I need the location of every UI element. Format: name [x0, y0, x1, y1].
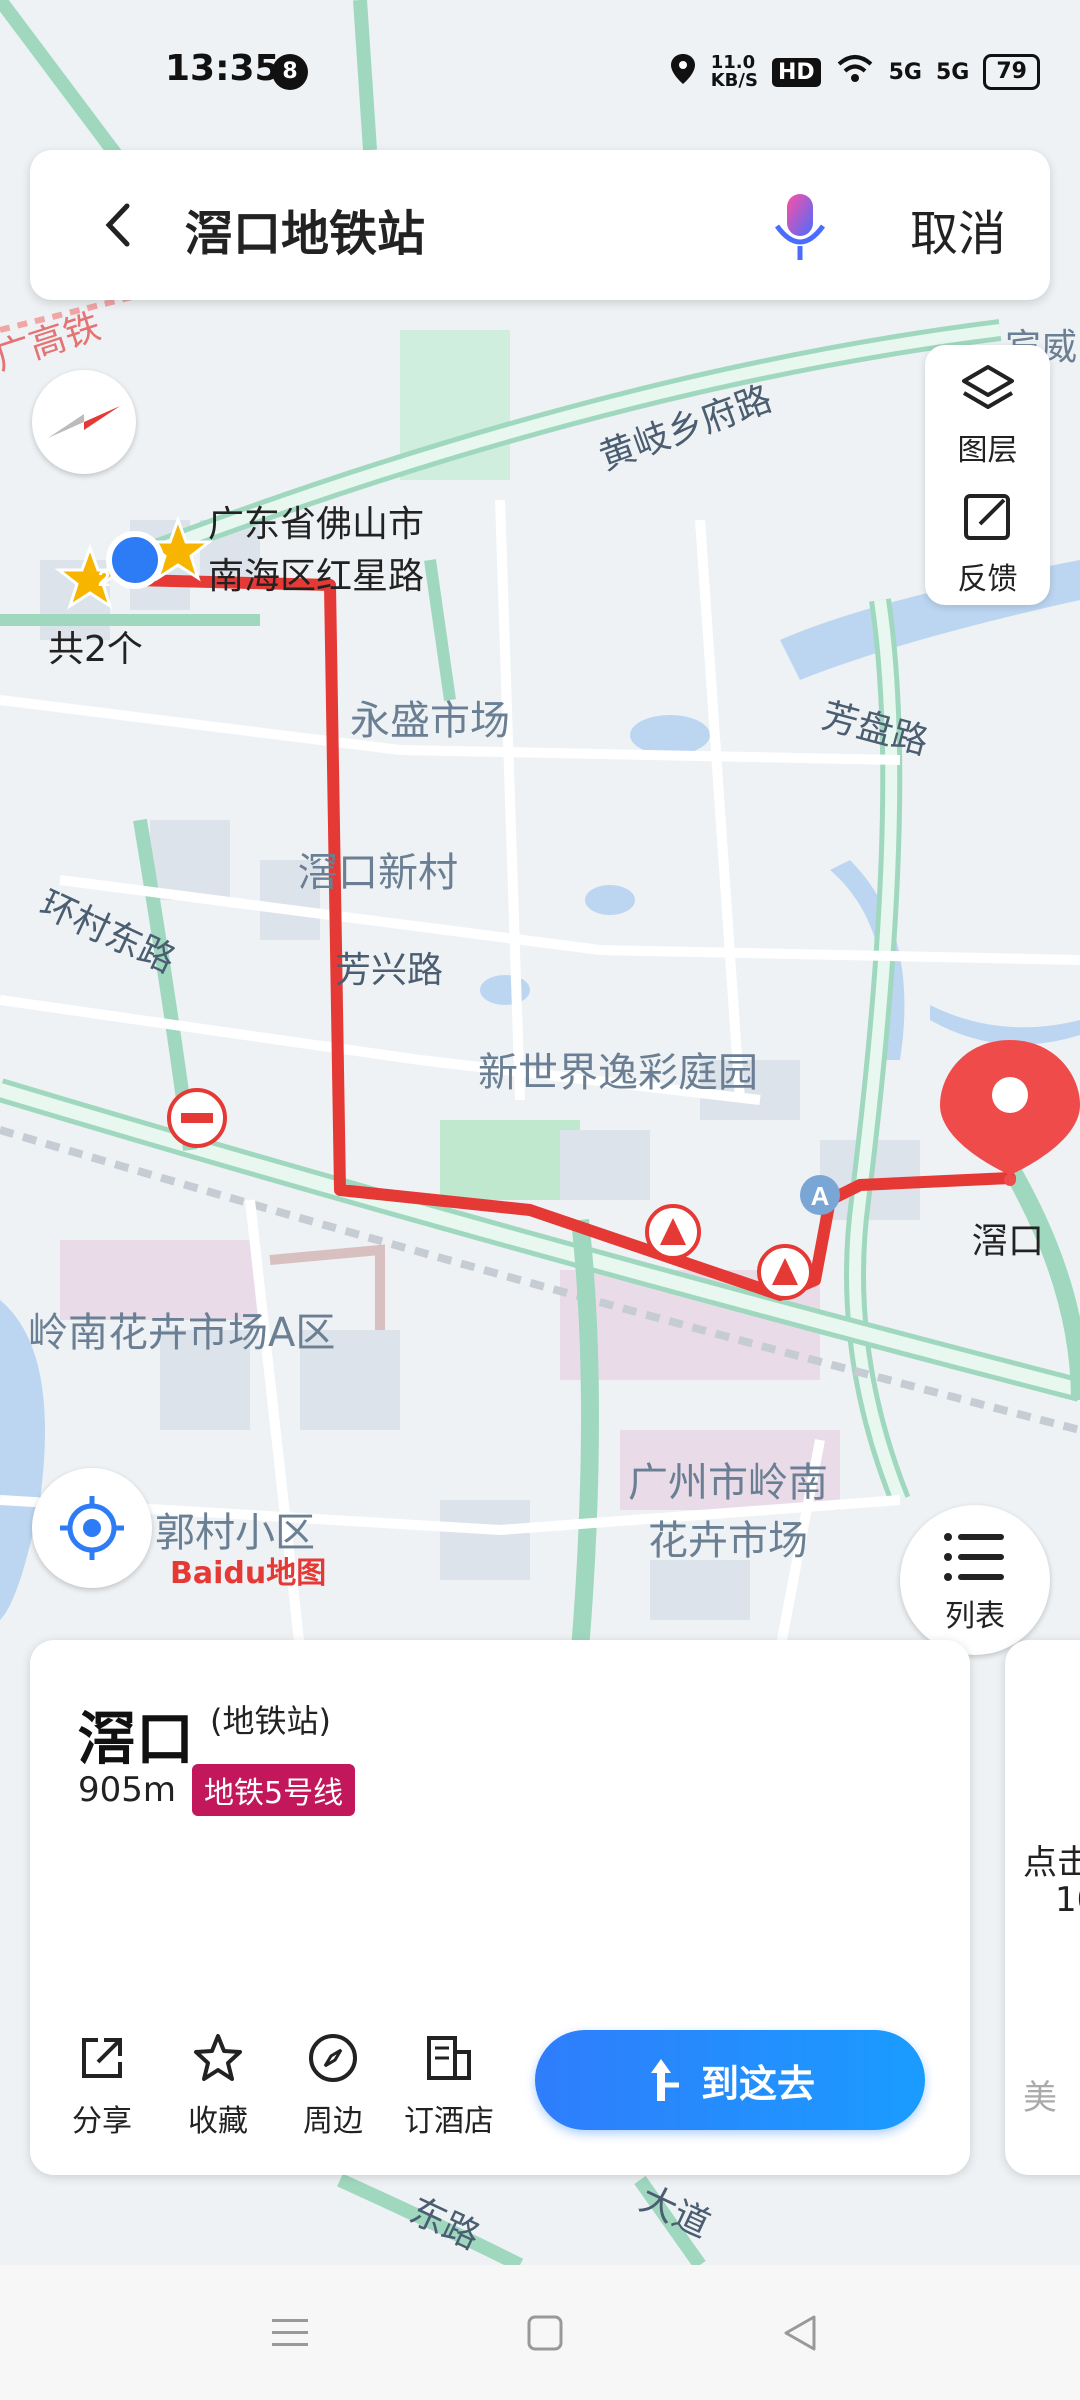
construction-icon[interactable]	[645, 1204, 701, 1260]
status-bar: 13:35 8 11.0 KB/S HD 5G 5G 79	[0, 0, 1080, 150]
share-label: 分享	[72, 2104, 132, 2139]
nearby-label: 周边	[303, 2104, 363, 2139]
no-entry-icon[interactable]	[167, 1088, 227, 1148]
map-label-yongsheng: 永盛市场	[350, 698, 510, 744]
map-tools-panel: 图层 反馈	[925, 345, 1050, 605]
poi-type: (地铁站)	[210, 1702, 331, 1740]
nearby-button[interactable]: 周边	[288, 2030, 378, 2140]
list-label: 列表	[945, 1599, 1005, 1634]
feedback-label: 反馈	[957, 562, 1018, 597]
back-button[interactable]	[85, 190, 155, 260]
share-button[interactable]: 分享	[57, 2030, 147, 2140]
notification-count-badge: 8	[272, 54, 308, 90]
net-speed: 11.0 KB/S	[710, 52, 758, 91]
search-query[interactable]: 滘口地铁站	[185, 194, 425, 264]
back-nav-button[interactable]	[780, 2313, 820, 2357]
metro-line-badge: 地铁5号线	[192, 1764, 356, 1816]
edit-icon	[963, 494, 1010, 540]
voice-search-button[interactable]	[765, 188, 835, 268]
map-label-jiaokou-xincun: 滘口新村	[298, 850, 458, 896]
road-label-fangxing: 芳兴路	[335, 950, 443, 992]
search-bar[interactable]: 滘口地铁站 取消	[30, 150, 1050, 300]
svg-text:A: A	[811, 1181, 830, 1211]
next-card-text: 点击	[1023, 1843, 1080, 1883]
baidu-logo: Baidu地图	[170, 1556, 327, 1591]
map-label-xinshijie: 新世界逸彩庭园	[478, 1050, 758, 1096]
cancel-button[interactable]: 取消	[910, 194, 1006, 264]
go-here-label: 到这去	[700, 2061, 815, 2106]
layers-label: 图层	[957, 433, 1018, 468]
hd-icon: HD	[771, 57, 821, 87]
chevron-left-icon	[105, 203, 130, 247]
metro-entrance-icon[interactable]: A	[800, 1175, 840, 1215]
poi-name: 滘口	[78, 1705, 195, 1773]
building-icon	[427, 2036, 471, 2080]
compass-icon	[48, 406, 120, 438]
battery-icon: 79	[983, 54, 1040, 90]
layers-button[interactable]: 图层	[925, 361, 1050, 469]
favorite-label: 收藏	[188, 2104, 248, 2139]
next-poi-card[interactable]: 点击 10 美	[1005, 1640, 1080, 2175]
next-card-text: 10	[1055, 1880, 1080, 1920]
map-label-gz-lingnan: 广州市岭南 花卉市场	[628, 1460, 828, 1564]
share-icon	[82, 2038, 122, 2078]
map-label-lingnan-a: 岭南花卉市场A区	[28, 1310, 336, 1356]
construction-icon[interactable]	[757, 1244, 813, 1300]
microphone-icon	[774, 194, 826, 260]
status-time: 13:35	[165, 48, 280, 89]
status-icons: 11.0 KB/S HD 5G 5G 79	[669, 52, 1040, 92]
back-triangle-icon	[784, 2315, 816, 2351]
feedback-button[interactable]: 反馈	[925, 490, 1050, 598]
go-here-button[interactable]: 到这去	[535, 2030, 925, 2130]
compass-nearby-icon	[309, 2034, 357, 2082]
turn-arrow-icon	[650, 2059, 679, 2101]
poi-distance: 905m	[78, 1770, 177, 1810]
favorite-button[interactable]: 收藏	[173, 2030, 263, 2140]
next-card-text: 美	[1023, 2078, 1057, 2118]
map-label-destination: 滘口	[972, 1221, 1045, 1262]
list-button[interactable]: 列表	[900, 1505, 1050, 1655]
hotel-button[interactable]: 订酒店	[404, 2030, 494, 2140]
user-location-label: 广东省佛山市 南海区红星路	[208, 504, 425, 597]
system-navigation-bar	[0, 2265, 1080, 2400]
menu-nav-button[interactable]	[270, 2315, 310, 2355]
hotel-label: 订酒店	[404, 2104, 494, 2139]
star-icon	[194, 2034, 242, 2081]
poi-card[interactable]: 滘口 (地铁站) 905m 地铁5号线 分享 收藏 周边 订酒店 到这去	[30, 1640, 970, 2175]
road	[571, 1219, 599, 1651]
wifi-icon	[835, 54, 875, 90]
compass-button[interactable]	[32, 370, 136, 474]
location-icon	[669, 52, 697, 92]
layers-icon	[961, 365, 1014, 409]
list-icon	[944, 1533, 1004, 1581]
current-location-marker[interactable]	[106, 531, 164, 589]
home-square-icon	[527, 2315, 563, 2351]
home-nav-button[interactable]	[525, 2313, 565, 2357]
signal-icon: 5G	[936, 59, 970, 85]
locate-me-button[interactable]	[32, 1468, 152, 1588]
signal-icon: 5G	[888, 59, 922, 85]
cluster-label: 共2个	[48, 629, 143, 670]
menu-icon	[272, 2319, 308, 2346]
crosshair-icon	[60, 1496, 124, 1560]
